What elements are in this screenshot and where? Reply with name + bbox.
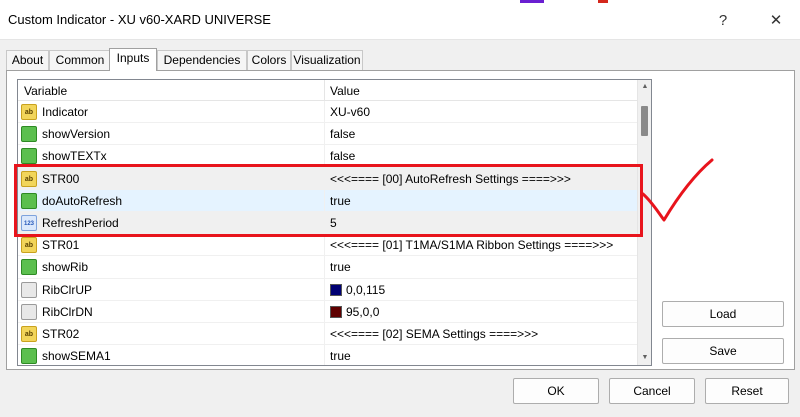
grid-row[interactable]: RibClrDN 95,0,0	[18, 300, 638, 323]
variable-name: RibClrDN	[42, 304, 93, 319]
window-title: Custom Indicator - XU v60-XARD UNIVERSE	[8, 12, 271, 27]
cell-divider	[324, 123, 325, 145]
tab-dependencies[interactable]: Dependencies	[157, 50, 247, 70]
variable-value[interactable]: XU-v60	[330, 105, 370, 119]
grid-row[interactable]: ab STR01 <<<==== [01] T1MA/S1MA Ribbon Set…	[18, 234, 638, 257]
cell-divider	[324, 345, 325, 365]
tab-about[interactable]: About	[6, 50, 49, 70]
variable-value[interactable]: true	[330, 349, 351, 363]
close-icon[interactable]: ✕	[764, 10, 788, 32]
cell-divider	[324, 256, 325, 278]
scroll-up-arrow-icon[interactable]: ▲	[638, 80, 651, 94]
color-swatch[interactable]	[330, 305, 342, 318]
string-type-icon: ab	[21, 237, 37, 254]
tab-common[interactable]: Common	[49, 50, 111, 70]
cell-divider	[324, 278, 325, 300]
variable-value[interactable]: <<<==== [01] T1MA/S1MA Ribbon Settings =…	[330, 238, 613, 252]
variable-name: Indicator	[42, 105, 89, 119]
boolean-type-icon	[21, 259, 37, 276]
cell-divider	[324, 234, 325, 256]
cell-divider	[324, 322, 325, 345]
column-divider[interactable]	[324, 80, 325, 101]
background-strip	[598, 0, 608, 3]
annotation-highlight-box	[14, 164, 643, 237]
variable-name: showSEMA1	[42, 349, 111, 364]
ok-button[interactable]: OK	[513, 378, 599, 404]
reset-button[interactable]: Reset	[705, 378, 789, 404]
load-button[interactable]: Load	[662, 301, 784, 327]
boolean-type-icon	[21, 126, 37, 143]
tab-inputs[interactable]: Inputs	[109, 48, 157, 71]
grid-row[interactable]: ab STR02 <<<==== [02] SEMA Settings ====>>…	[18, 322, 638, 346]
color-swatch[interactable]	[330, 283, 342, 296]
grid-row[interactable]: showSEMA1 true	[18, 345, 638, 365]
string-type-icon: ab	[21, 104, 37, 120]
variable-value[interactable]: false	[330, 127, 355, 141]
cancel-button[interactable]: Cancel	[609, 378, 695, 404]
variable-name: showTEXTx	[42, 149, 107, 164]
tab-colors[interactable]: Colors	[247, 50, 291, 70]
variable-value[interactable]: <<<==== [02] SEMA Settings ====>>>	[330, 327, 538, 341]
color-type-icon	[21, 303, 37, 320]
grid-row[interactable]: showRib true	[18, 256, 638, 279]
string-type-icon: ab	[21, 325, 37, 342]
variable-name: RibClrUP	[42, 282, 93, 297]
help-icon[interactable]: ?	[711, 10, 735, 32]
background-strip	[520, 0, 544, 3]
title-bar: Custom Indicator - XU v60-XARD UNIVERSE …	[0, 0, 800, 40]
variable-value[interactable]: true	[330, 260, 351, 274]
save-button[interactable]: Save	[662, 338, 784, 364]
grid-row[interactable]: ab Indicator XU-v60	[18, 101, 638, 124]
grid-header: Variable Value	[18, 80, 638, 101]
grid-row[interactable]: showVersion false	[18, 123, 638, 146]
variable-value[interactable]: 0,0,115	[346, 283, 385, 297]
annotation-checkmark-icon	[641, 158, 714, 222]
variable-value[interactable]: 95,0,0	[346, 305, 379, 319]
scrollbar-thumb[interactable]	[641, 106, 648, 136]
variable-name: showRib	[42, 260, 89, 275]
grid-row[interactable]: RibClrUP 0,0,115	[18, 278, 638, 301]
scroll-down-arrow-icon[interactable]: ▼	[638, 351, 651, 365]
color-type-icon	[21, 281, 37, 298]
variable-value[interactable]: false	[330, 149, 355, 163]
boolean-type-icon	[21, 148, 37, 165]
variable-name: STR02	[42, 326, 80, 341]
column-header-variable[interactable]: Variable	[24, 84, 67, 98]
variable-name: STR01	[42, 238, 80, 253]
variable-name: showVersion	[42, 127, 111, 142]
column-header-value[interactable]: Value	[330, 84, 360, 98]
cell-divider	[324, 101, 325, 123]
tab-visualization[interactable]: Visualization	[291, 50, 363, 70]
boolean-type-icon	[21, 348, 37, 365]
cell-divider	[324, 300, 325, 322]
